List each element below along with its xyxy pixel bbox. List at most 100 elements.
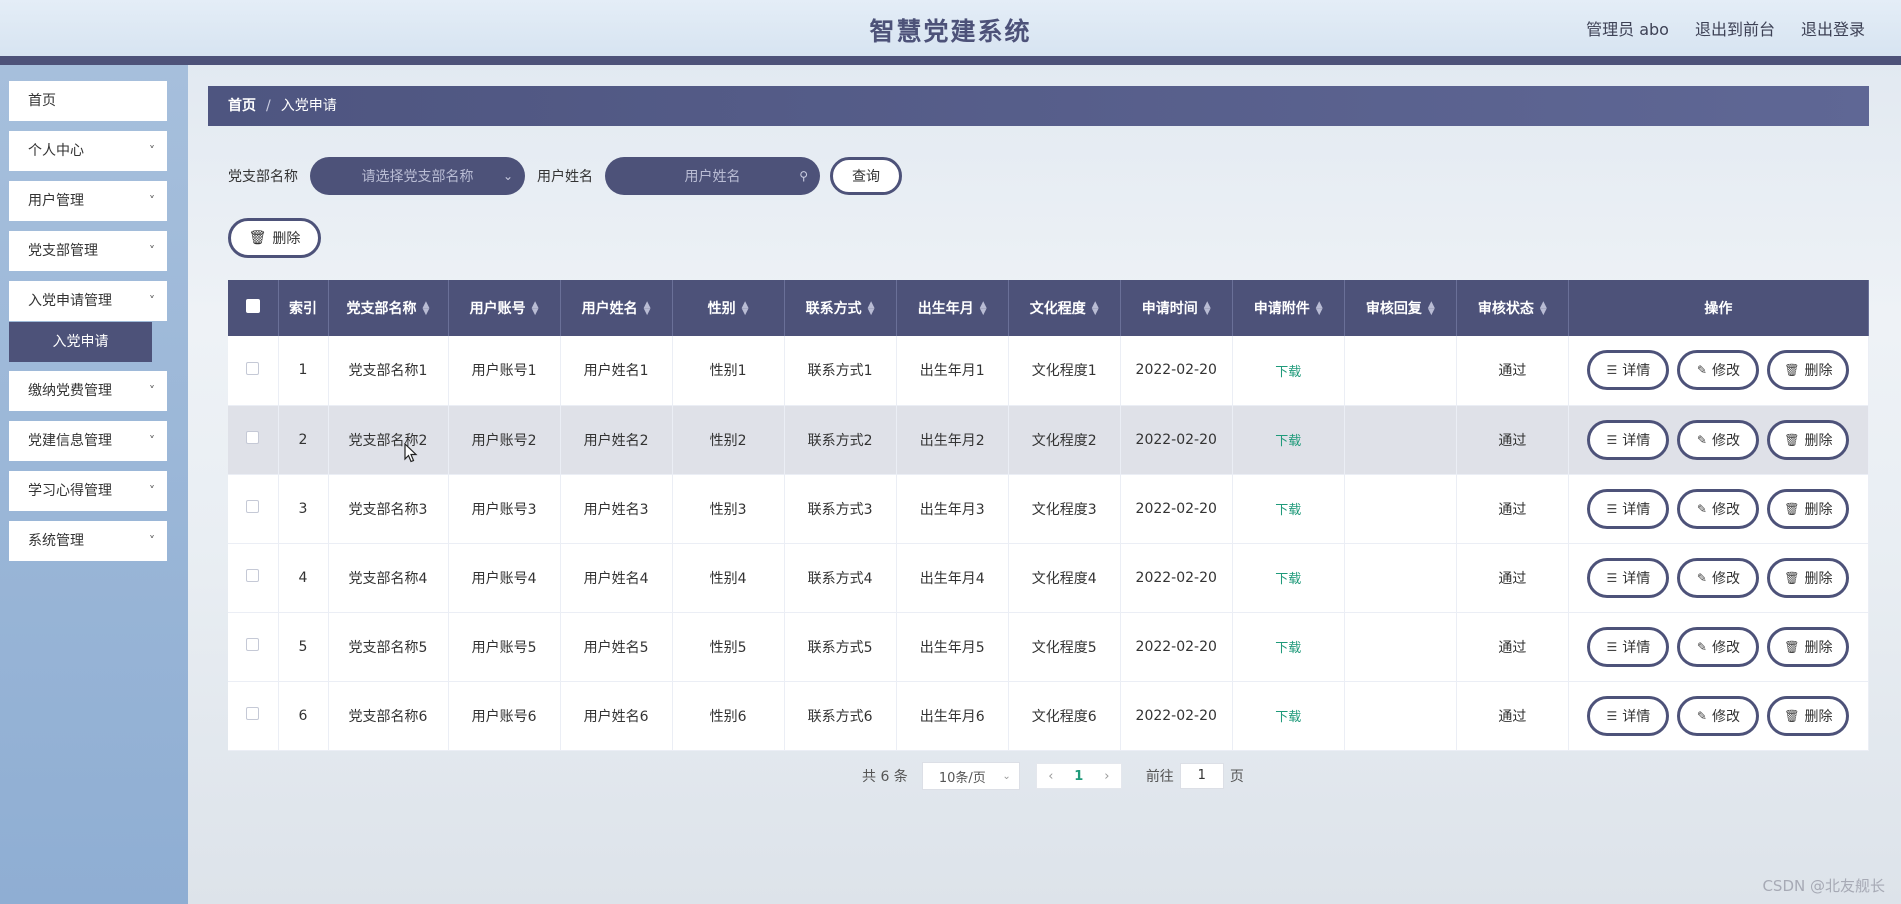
- branch-name-select[interactable]: 请选择党支部名称 ⌄: [310, 157, 525, 195]
- sort-icon[interactable]: ▲ ▼: [868, 301, 875, 317]
- sidebar-item[interactable]: 学习心得管理 ˅: [9, 471, 167, 511]
- edit-label: 修改: [1711, 432, 1740, 449]
- sort-icon[interactable]: ▲ ▼: [980, 301, 987, 317]
- table-row[interactable]: 4 党支部名称4 用户账号4 用户姓名4 性别4 联系方式4 出生年月4 文化程度4 2022-…: [228, 543, 1870, 613]
- logout-link[interactable]: 退出登录: [1801, 16, 1865, 40]
- edit-button[interactable]: ✎ 修改: [1677, 626, 1760, 667]
- row-select-cell[interactable]: [228, 612, 279, 682]
- download-link[interactable]: 下载: [1275, 434, 1301, 449]
- delete-button[interactable]: 🗑 删除: [1767, 557, 1850, 598]
- column-header[interactable]: 申请附件 ▲ ▼: [1232, 280, 1345, 336]
- sort-icon[interactable]: ▲ ▼: [1092, 301, 1099, 317]
- sidebar-item[interactable]: 个人中心 ˅: [9, 131, 167, 171]
- sort-icon[interactable]: ▲ ▼: [1204, 301, 1211, 317]
- page-number-current[interactable]: 1: [1065, 769, 1093, 784]
- query-button[interactable]: 查询: [830, 157, 902, 195]
- sidebar-item[interactable]: 党建信息管理 ˅: [9, 421, 167, 461]
- branch-name-placeholder: 请选择党支部名称: [361, 169, 474, 185]
- select-all-checkbox[interactable]: [245, 299, 260, 313]
- sort-icon[interactable]: ▲ ▼: [1540, 301, 1547, 317]
- column-header[interactable]: 用户账号 ▲ ▼: [448, 280, 561, 336]
- edit-button[interactable]: ✎ 修改: [1677, 419, 1760, 460]
- detail-button[interactable]: ☰ 详情: [1587, 488, 1670, 529]
- edit-button[interactable]: ✎ 修改: [1677, 557, 1760, 598]
- next-page-icon[interactable]: ›: [1093, 769, 1121, 784]
- column-header[interactable]: 党支部名称 ▲ ▼: [328, 280, 449, 336]
- sidebar-subitem-party-application[interactable]: 入党申请: [9, 322, 152, 362]
- download-link[interactable]: 下载: [1275, 503, 1301, 518]
- goto-page-input[interactable]: 1: [1179, 763, 1224, 789]
- download-link[interactable]: 下载: [1275, 572, 1301, 587]
- column-header[interactable]: 审核状态 ▲ ▼: [1456, 280, 1569, 336]
- delete-button[interactable]: 🗑 删除: [1767, 350, 1850, 391]
- edit-button[interactable]: ✎ 修改: [1677, 695, 1760, 736]
- sidebar-item[interactable]: 首页: [9, 81, 167, 121]
- delete-button[interactable]: 🗑 删除: [1767, 488, 1850, 529]
- row-checkbox[interactable]: [246, 361, 260, 375]
- sort-icon[interactable]: ▲ ▼: [532, 301, 539, 317]
- sort-icon[interactable]: ▲ ▼: [423, 301, 430, 317]
- row-select-cell[interactable]: [228, 336, 279, 406]
- row-checkbox[interactable]: [246, 431, 260, 444]
- cell-status: 通过: [1456, 405, 1569, 475]
- row-select-cell[interactable]: [228, 543, 279, 613]
- column-header[interactable]: 文化程度 ▲ ▼: [1008, 280, 1121, 336]
- sidebar-item[interactable]: 党支部管理 ˅: [9, 231, 167, 271]
- row-select-cell[interactable]: [228, 681, 279, 751]
- detail-button[interactable]: ☰ 详情: [1587, 695, 1670, 736]
- column-header[interactable]: 用户姓名 ▲ ▼: [560, 280, 673, 336]
- download-link[interactable]: 下载: [1275, 365, 1301, 380]
- column-header[interactable]: 联系方式 ▲ ▼: [784, 280, 897, 336]
- prev-page-icon[interactable]: ‹: [1037, 769, 1065, 784]
- cell-value: 党支部名称6: [348, 708, 428, 725]
- column-header[interactable]: 出生年月 ▲ ▼: [896, 280, 1009, 336]
- column-header[interactable]: 申请时间 ▲ ▼: [1120, 280, 1233, 336]
- column-header[interactable]: 审核回复 ▲ ▼: [1344, 280, 1457, 336]
- row-select-cell[interactable]: [228, 405, 279, 475]
- batch-delete-button[interactable]: 🗑 删除: [228, 218, 321, 258]
- detail-button[interactable]: ☰ 详情: [1587, 626, 1670, 667]
- batch-delete-label: 删除: [272, 231, 301, 247]
- cell-value: 通过: [1498, 363, 1527, 380]
- delete-button[interactable]: 🗑 删除: [1767, 419, 1850, 460]
- download-link[interactable]: 下载: [1275, 641, 1301, 656]
- edit-button[interactable]: ✎ 修改: [1677, 350, 1760, 391]
- download-link[interactable]: 下载: [1275, 710, 1301, 725]
- table-row[interactable]: 3 党支部名称3 用户账号3 用户姓名3 性别3 联系方式3 出生年月3 文化程度3 2022-…: [228, 474, 1870, 544]
- delete-button[interactable]: 🗑 删除: [1767, 695, 1850, 736]
- table-header-row: 索引 党支部名称 ▲ ▼ 用户账号 ▲ ▼ 用户姓名 ▲ ▼ 性别 ▲ ▼ 联系方式 ▲ ▼ 出生年月 ▲ ▼ 文化程…: [228, 280, 1870, 336]
- column-header[interactable]: 性别 ▲ ▼: [672, 280, 785, 336]
- sort-icon[interactable]: ▲ ▼: [1316, 301, 1323, 317]
- breadcrumb-home[interactable]: 首页: [228, 98, 256, 114]
- sidebar-item[interactable]: 用户管理 ˅: [9, 181, 167, 221]
- column-header: 索引: [278, 280, 329, 336]
- sort-icon[interactable]: ▲ ▼: [1428, 301, 1435, 317]
- select-all-cell[interactable]: [228, 280, 279, 336]
- row-select-cell[interactable]: [228, 474, 279, 544]
- sort-icon[interactable]: ▲ ▼: [644, 301, 651, 317]
- user-name-input[interactable]: 用户姓名 ⚲: [605, 157, 820, 195]
- table-row[interactable]: 5 党支部名称5 用户账号5 用户姓名5 性别5 联系方式5 出生年月5 文化程度5 2022-…: [228, 612, 1870, 682]
- page-size-select[interactable]: 10条/页 ⌄: [921, 762, 1020, 790]
- sort-icon[interactable]: ▲ ▼: [742, 301, 749, 317]
- detail-button[interactable]: ☰ 详情: [1587, 419, 1670, 460]
- row-checkbox[interactable]: [246, 638, 260, 651]
- table-row[interactable]: 6 党支部名称6 用户账号6 用户姓名6 性别6 联系方式6 出生年月6 文化程度6 2022-…: [228, 681, 1870, 751]
- exit-to-frontend-link[interactable]: 退出到前台: [1695, 16, 1775, 40]
- column-header-label: 出生年月: [917, 301, 974, 317]
- row-checkbox[interactable]: [246, 707, 260, 720]
- cell-gender: 性别5: [672, 612, 785, 682]
- table-row[interactable]: 1 党支部名称1 用户账号1 用户姓名1 性别1 联系方式1 出生年月1 文化程度1 2022-…: [228, 336, 1870, 406]
- table-row[interactable]: 2 党支部名称2 用户账号2 用户姓名2 性别2 联系方式2 出生年月2 文化程度2 2022-…: [228, 405, 1870, 475]
- sidebar-item[interactable]: 系统管理 ˅: [9, 521, 167, 561]
- row-checkbox[interactable]: [246, 500, 260, 513]
- edit-button[interactable]: ✎ 修改: [1677, 488, 1760, 529]
- cell-value: 用户姓名3: [583, 501, 649, 518]
- cell-value: 文化程度4: [1031, 570, 1097, 587]
- detail-button[interactable]: ☰ 详情: [1587, 350, 1670, 391]
- sidebar-item[interactable]: 入党申请管理 ˅: [9, 281, 167, 321]
- detail-button[interactable]: ☰ 详情: [1587, 557, 1670, 598]
- sidebar-item[interactable]: 缴纳党费管理 ˅: [9, 371, 167, 411]
- row-checkbox[interactable]: [246, 569, 260, 582]
- delete-button[interactable]: 🗑 删除: [1767, 626, 1850, 667]
